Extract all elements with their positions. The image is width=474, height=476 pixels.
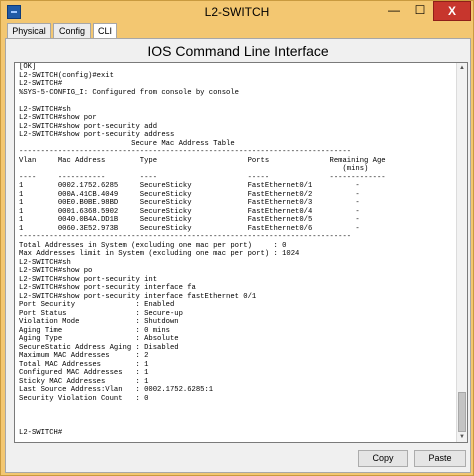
- console-line: 1 00E0.B0BE.98BD SecureSticky FastEthern…: [19, 199, 360, 207]
- paste-button[interactable]: Paste: [414, 450, 466, 467]
- tab-cli[interactable]: CLI: [93, 23, 117, 39]
- console-line: 1 0060.3E52.973B SecureSticky FastEthern…: [19, 224, 360, 233]
- console-output[interactable]: [OK] L2-SWITCH(config)#exit L2-SWITCH# %SYS…: [14, 62, 468, 443]
- console-scrollbar[interactable]: ▲ ▼: [456, 63, 467, 442]
- cli-window: L2-SWITCH — ☐ X Physical Config CLI IOS …: [0, 0, 474, 476]
- console-line: Port Security : Enabled: [19, 301, 175, 309]
- console-line: Configured MAC Addresses : 1: [19, 369, 149, 377]
- console-line: %SYS-5-CONFIG_I: Configured from console…: [19, 88, 239, 97]
- console-line: [OK]: [19, 63, 37, 71]
- console-line: Sticky MAC Addresses : 1: [19, 377, 149, 386]
- console-line: Total MAC Addresses : 1: [19, 360, 149, 369]
- console-line: L2-SWITCH#show port-security add: [19, 122, 158, 131]
- console-line: L2-SWITCH#: [19, 428, 63, 437]
- console-line: Violation Mode : Shutdown: [19, 318, 179, 326]
- cli-panel: IOS Command Line Interface [OK] L2-SWITCH…: [5, 38, 471, 473]
- console-line: L2-SWITCH#show port-security interface f…: [19, 292, 257, 301]
- title-bar[interactable]: L2-SWITCH — ☐ X: [1, 1, 473, 23]
- console-line: ----------------------------------------…: [19, 148, 352, 156]
- console-line: 1 0002.1752.6285 SecureSticky FastEthern…: [19, 182, 360, 190]
- console-line: Secure Mac Address Table: [19, 139, 235, 148]
- console-line: (mins): [19, 165, 369, 173]
- console-line: L2-SWITCH#sh: [19, 105, 71, 114]
- console-line: Aging Type : Absolute: [19, 335, 179, 343]
- console-text[interactable]: [OK] L2-SWITCH(config)#exit L2-SWITCH# %SYS…: [19, 63, 455, 437]
- scroll-thumb[interactable]: [458, 392, 466, 432]
- console-line: 1 0001.6368.5902 SecureSticky FastEthern…: [19, 207, 360, 216]
- scroll-down-icon[interactable]: ▼: [457, 432, 467, 442]
- console-line: Max Addresses limit in System (excluding…: [19, 250, 300, 258]
- console-line: Security Violation Count : 0: [19, 394, 149, 403]
- maximize-button[interactable]: ☐: [407, 1, 433, 21]
- console-line: L2-SWITCH#show port-security address: [19, 131, 175, 139]
- console-line: Maximum MAC Addresses : 2: [19, 352, 149, 360]
- console-line: ----------------------------------------…: [19, 233, 352, 241]
- console-line: ---- ----------- ---- ----- ------------…: [19, 173, 386, 182]
- console-line: 1 000A.41CB.4049 SecureSticky FastEthern…: [19, 190, 360, 199]
- console-line: Aging Time : 0 mins: [19, 326, 170, 335]
- console-line: Port Status : Secure-up: [19, 309, 183, 318]
- console-line: Last Source Address:Vlan : 0002.1752.628…: [19, 386, 214, 394]
- minimize-button[interactable]: —: [381, 1, 407, 21]
- console-line: L2-SWITCH#show port-security interface f…: [19, 284, 196, 292]
- tab-config[interactable]: Config: [53, 23, 91, 39]
- tab-physical[interactable]: Physical: [7, 23, 51, 39]
- console-line: L2-SWITCH(config)#exit: [19, 71, 114, 80]
- copy-button[interactable]: Copy: [358, 450, 408, 467]
- console-line: L2-SWITCH#show port-security int: [19, 275, 158, 284]
- console-line: L2-SWITCH#: [19, 80, 63, 88]
- close-button[interactable]: X: [433, 1, 471, 21]
- console-line: Total Addresses in System (excluding one…: [19, 241, 287, 250]
- panel-heading: IOS Command Line Interface: [147, 43, 329, 59]
- console-line: Vlan Mac Address Type Ports Remaining Ag…: [19, 156, 386, 165]
- scroll-up-icon[interactable]: ▲: [457, 63, 467, 73]
- console-line: L2-SWITCH#show por: [19, 114, 97, 122]
- console-line: L2-SWITCH#show po: [19, 267, 93, 275]
- console-line: 1 0040.0B4A.DD1B SecureSticky FastEthern…: [19, 216, 360, 224]
- console-line: L2-SWITCH#sh: [19, 258, 71, 267]
- console-line: SecureStatic Address Aging : Disabled: [19, 343, 179, 352]
